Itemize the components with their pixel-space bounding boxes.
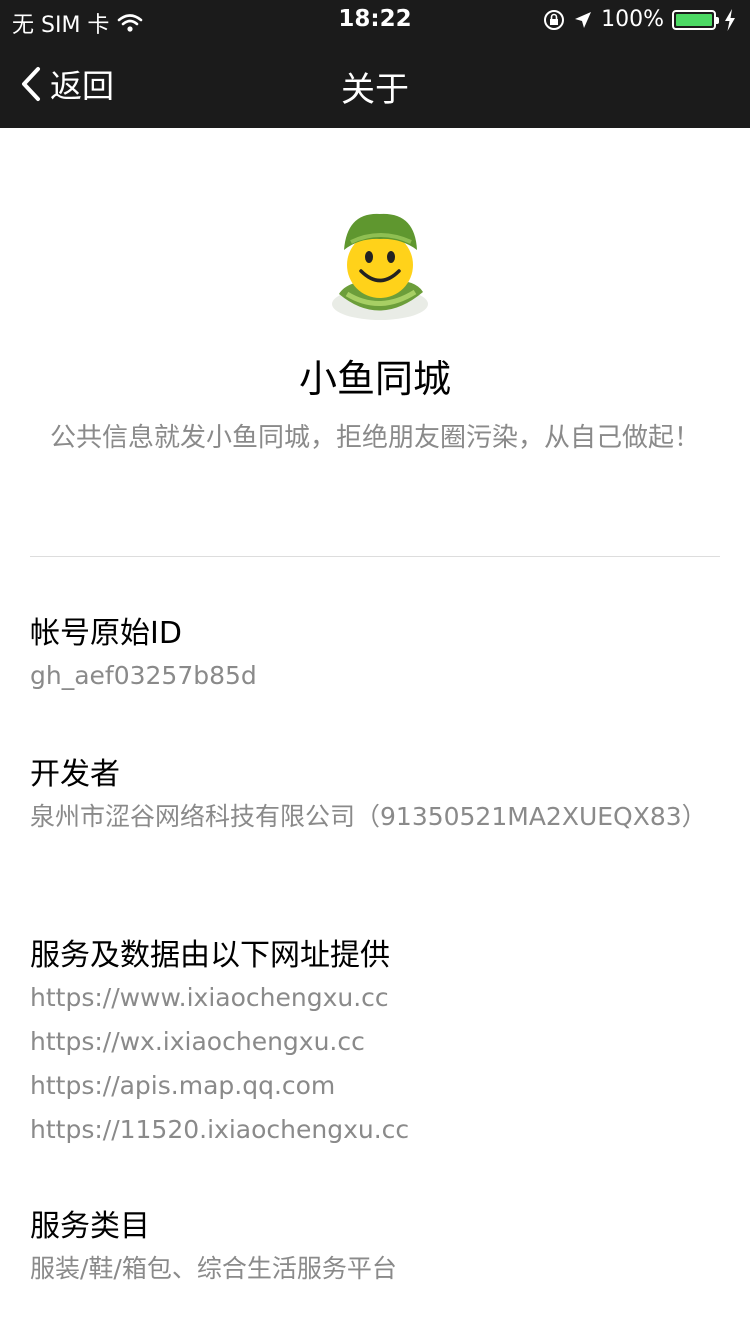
charging-bolt-icon [725,8,735,31]
divider [30,556,720,557]
battery-icon [672,9,719,30]
domain-item: https://apis.map.qq.com [30,1071,336,1100]
account-id-label: 帐号原始ID [30,616,182,651]
battery-fill [676,13,712,26]
status-indicators: 100% [543,7,736,32]
status-bar: 无 SIM 卡 18:22 100% [0,0,750,40]
app-name: 小鱼同城 [298,357,451,401]
domain-item: https://11520.ixiaochengxu.cc [30,1115,410,1144]
developer-label: 开发者 [30,757,120,792]
domain-item: https://wx.ixiaochengxu.cc [30,1027,365,1056]
developer-value: 泉州市涩谷网络科技有限公司（91350521MA2XUEQX83） [30,802,707,831]
service-category-section: 服务类目 服装/鞋/箱包、综合生活服务平台 [30,1207,720,1291]
developer-section: 开发者 泉州市涩谷网络科技有限公司（91350521MA2XUEQX83） [30,755,720,839]
service-domains-section: 服务及数据由以下网址提供 https://www.ixiaochengxu.cc… [30,936,720,1152]
page-title: 关于 [341,70,409,110]
location-arrow-icon [575,11,592,28]
service-category-label: 服务类目 [30,1209,150,1244]
rotation-lock-icon [544,9,565,30]
service-category-value: 服装/鞋/箱包、综合生活服务平台 [30,1254,397,1283]
app-avatar [332,213,428,320]
account-id-value: gh_aef03257b85d [30,661,257,690]
account-id-section: 帐号原始ID gh_aef03257b85d [30,614,720,698]
app-description: 公共信息就发小鱼同城，拒绝朋友圈污染，从自己做起！ [50,423,701,453]
battery-percent: 100% [601,7,664,32]
domain-item: https://www.ixiaochengxu.cc [30,983,389,1012]
service-domains-label: 服务及数据由以下网址提供 [30,938,390,973]
top-header: 无 SIM 卡 18:22 100% 返回 关于 [0,0,750,128]
battery-tip [716,16,719,24]
navigation-bar: 返回 关于 [0,40,750,128]
